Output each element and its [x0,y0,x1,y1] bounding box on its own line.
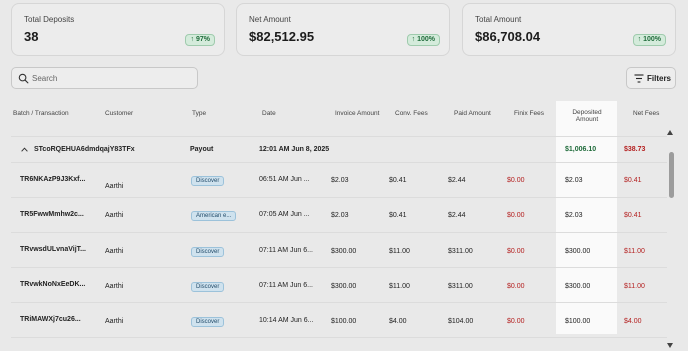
batch-id: STcoRQEHUA6dmdqajY83TFx [34,146,135,153]
card-type-badge: Discover [191,176,225,186]
column-header-conv-fees[interactable]: Conv. Fees [395,110,428,117]
conv-fees: $4.00 [389,318,407,325]
deposited-amount: $2.03 [565,177,583,184]
batch-date: 12:01 AM Jun 8, 2025 [259,146,330,153]
arrow-up-icon: ↑ [411,36,416,43]
finix-fees: $0.00 [507,283,525,290]
card-type-badge: Discover [191,317,225,327]
net-fees: $0.41 [624,177,642,184]
column-header-batch[interactable]: Batch / Transaction [13,110,69,117]
finix-fees: $0.00 [507,177,525,184]
chevron-up-icon[interactable] [21,147,28,152]
transaction-id[interactable]: TR5FwwMmhw2c... [20,211,84,218]
table-row[interactable]: TRiMAWXj7cu26... Aarthi Discover 10:14 A… [11,303,667,338]
card-label: Total Amount [475,15,522,24]
total-amount-card: Total Amount $86,708.04 ↑ 100% [462,3,676,56]
filter-icon [634,74,644,83]
transaction-id[interactable]: TRvwsdULvnaVijT... [20,246,86,253]
search-input[interactable] [32,72,192,84]
column-header-type[interactable]: Type [192,110,206,117]
table-row[interactable]: TRvwkNoNxEeDK... Aarthi Discover 07:11 A… [11,268,667,303]
invoice-amount: $300.00 [331,248,357,255]
arrow-up-icon: ↑ [190,36,194,43]
column-header-date[interactable]: Date [262,110,276,117]
column-header-finix-fees[interactable]: Finix Fees [514,110,544,117]
card-type-badge: Discover [191,247,225,257]
net-fees: $11.00 [624,283,645,290]
scroll-down-arrow-icon[interactable] [667,343,673,348]
search-icon [18,73,29,84]
batch-row[interactable]: STcoRQEHUA6dmdqajY83TFx Payout 12:01 AM … [11,136,667,163]
change-badge: ↑ 100% [406,34,440,46]
card-value: $86,708.04 [475,29,541,44]
deposited-amount: $300.00 [565,248,591,255]
search-box[interactable] [11,67,198,89]
batch-deposited: $1,006.10 [565,146,597,153]
paid-amount: $2.44 [448,212,466,219]
finix-fees: $0.00 [507,212,525,219]
invoice-amount: $2.03 [331,177,349,184]
conv-fees: $0.41 [389,212,407,219]
column-header-deposited-amount[interactable]: Deposited Amount [565,109,609,123]
transaction-id[interactable]: TRvwkNoNxEeDK... [20,281,85,288]
invoice-amount: $2.03 [331,212,349,219]
table-row[interactable]: TR6NKAzP9J3Kxf... Aarthi Discover 06:51 … [11,163,667,198]
deposited-amount: $100.00 [565,318,591,325]
column-header-net-fees[interactable]: Net Fees [633,110,659,117]
finix-fees: $0.00 [507,248,525,255]
transaction-date: 06:51 AM Jun ... [259,176,310,183]
deposited-amount: $2.03 [565,212,583,219]
invoice-amount: $300.00 [331,283,357,290]
card-label: Total Deposits [24,15,75,24]
conv-fees: $0.41 [389,177,407,184]
net-fees: $4.00 [624,318,642,325]
column-header-customer[interactable]: Customer [105,110,133,117]
transaction-date: 07:11 AM Jun 6... [259,282,313,289]
table-row[interactable]: TR5FwwMmhw2c... Aarthi American e... 07:… [11,198,667,233]
paid-amount: $2.44 [448,177,466,184]
deposited-amount: $300.00 [565,283,591,290]
change-badge: ↑ 100% [632,34,666,46]
customer-name: Aarthi [105,318,124,325]
card-label: Net Amount [249,15,291,24]
conv-fees: $11.00 [389,248,410,255]
conv-fees: $11.00 [389,283,410,290]
paid-amount: $311.00 [448,283,473,290]
card-value: $82,512.95 [249,29,315,44]
batch-net-fees: $38.73 [624,146,646,153]
transaction-date: 10:14 AM Jun 6... [259,317,314,324]
paid-amount: $104.00 [448,318,474,325]
change-badge: ↑ 97% [185,34,215,46]
customer-name: Aarthi [105,248,124,255]
customer-name: Aarthi [105,283,124,290]
table-row[interactable]: TRvwsdULvnaVijT... Aarthi Discover 07:11… [11,233,667,268]
customer-name: Aarthi [105,183,124,190]
net-fees: $11.00 [624,248,645,255]
arrow-up-icon: ↑ [637,36,642,43]
batch-type: Payout [190,146,214,153]
column-header-invoice-amount[interactable]: Invoice Amount [335,110,379,117]
column-header-paid-amount[interactable]: Paid Amount [454,110,491,117]
invoice-amount: $100.00 [331,318,357,325]
transaction-id[interactable]: TR6NKAzP9J3Kxf... [20,176,85,183]
filters-label: Filters [647,74,672,83]
total-deposits-card: Total Deposits 38 ↑ 97% [11,3,225,56]
scroll-up-arrow-icon[interactable] [667,130,673,135]
transaction-id[interactable]: TRiMAWXj7cu26... [20,316,81,323]
card-type-badge: American e... [191,211,237,221]
card-type-badge: Discover [191,282,225,292]
paid-amount: $311.00 [448,248,473,255]
customer-name: Aarthi [105,212,124,219]
finix-fees: $0.00 [507,318,525,325]
transaction-date: 07:05 AM Jun ... [259,211,310,218]
card-value: 38 [24,29,39,44]
filters-button[interactable]: Filters [626,67,676,89]
transaction-date: 07:11 AM Jun 6... [259,247,313,254]
net-fees: $0.41 [624,212,642,219]
net-amount-card: Net Amount $82,512.95 ↑ 100% [236,3,450,56]
scrollbar-thumb[interactable] [669,152,674,198]
